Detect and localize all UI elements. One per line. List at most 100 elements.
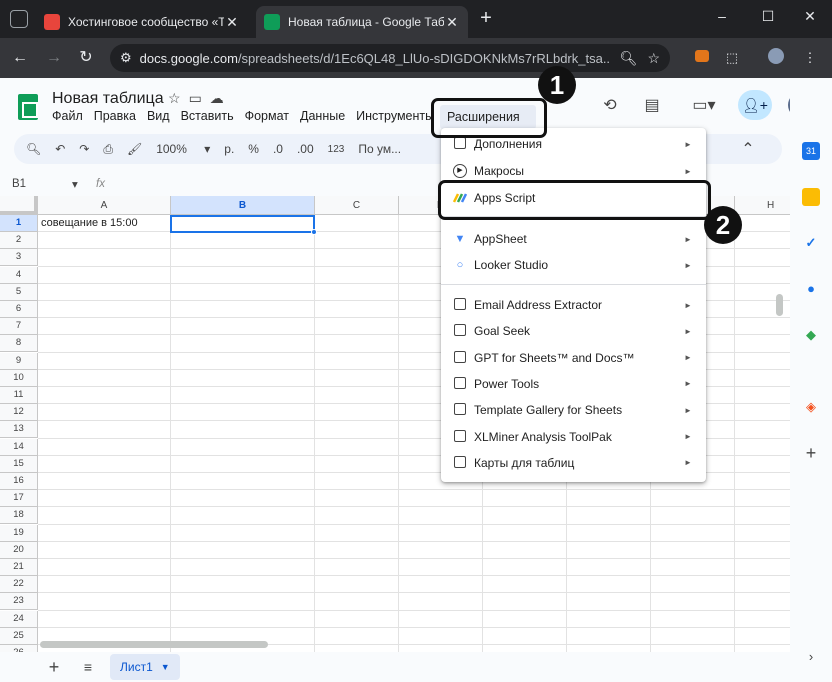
meet-video-icon[interactable]: ▭▾ <box>684 92 724 120</box>
menu-edit[interactable]: Правка <box>94 109 136 123</box>
hide-side-panel-chevron-icon[interactable]: › <box>802 648 820 666</box>
row-header[interactable]: 25 <box>0 627 38 645</box>
menu-item-appsheet[interactable]: ▼ AppSheet ► <box>441 227 706 251</box>
menu-file[interactable]: Файл <box>52 109 83 123</box>
active-cell-b1[interactable] <box>170 215 317 235</box>
increase-decimal-button[interactable]: .00 <box>297 142 314 156</box>
column-header-b[interactable]: B <box>171 196 315 215</box>
get-addons-plus-icon[interactable]: + <box>802 444 820 462</box>
menu-item-addon[interactable]: XLMiner Analysis ToolPak ► <box>441 425 706 449</box>
zoom-select[interactable]: 100% ▾ <box>156 142 210 156</box>
cell-a1[interactable]: совещание в 15:00 <box>41 217 138 229</box>
zoom-icon[interactable]: 🔍︎ <box>620 50 638 67</box>
row-header[interactable]: 14 <box>0 438 38 456</box>
row-header[interactable]: 13 <box>0 421 38 439</box>
name-box-dropdown-icon[interactable]: ▾ <box>72 177 92 191</box>
name-box[interactable]: B1 <box>12 178 72 190</box>
column-header-a[interactable]: A <box>38 196 171 215</box>
row-header[interactable]: 11 <box>0 387 38 404</box>
menu-format[interactable]: Формат <box>245 109 289 123</box>
contacts-icon[interactable]: ● <box>802 280 820 298</box>
row-header[interactable]: 21 <box>0 559 38 576</box>
row-header[interactable]: 16 <box>0 473 38 490</box>
calendar-icon[interactable]: 31 <box>802 142 820 160</box>
profile-avatar-icon[interactable] <box>766 48 786 68</box>
decrease-decimal-button[interactable]: .0 <box>273 142 283 156</box>
extensions-puzzle-icon[interactable]: ⬚ <box>722 48 742 68</box>
row-header[interactable]: 20 <box>0 541 38 559</box>
row-header[interactable]: 15 <box>0 455 38 473</box>
more-formats-button[interactable]: 123 <box>328 144 345 155</box>
row-header[interactable]: 4 <box>0 266 38 284</box>
menu-item-addon[interactable]: Email Address Extractor ► <box>441 293 706 317</box>
menu-item-addon[interactable]: Power Tools ► <box>441 372 706 396</box>
menu-item-addon[interactable]: Карты для таблиц ► <box>441 451 706 475</box>
horizontal-scrollbar[interactable] <box>40 641 268 648</box>
undo-icon[interactable]: ↶ <box>55 142 65 156</box>
row-header[interactable]: 12 <box>0 404 38 422</box>
sheet-tab[interactable]: Лист1 ▼ <box>110 654 180 680</box>
browser-menu-icon[interactable]: ⋮ <box>800 48 820 68</box>
sheets-logo-icon[interactable] <box>18 94 38 120</box>
row-header[interactable]: 2 <box>0 232 38 250</box>
row-header[interactable]: 18 <box>0 507 38 525</box>
menu-item-looker-studio[interactable]: ○ Looker Studio ► <box>441 253 706 277</box>
star-icon[interactable]: ☆ <box>168 90 189 106</box>
row-header[interactable]: 24 <box>0 610 38 628</box>
browser-tab-timeweb[interactable]: Хостинговое сообщество «Tim ✕ <box>36 6 248 38</box>
tasks-icon[interactable]: ✓ <box>802 234 820 252</box>
row-header[interactable]: 8 <box>0 335 38 353</box>
bookmark-star-icon[interactable]: ☆ <box>647 50 660 67</box>
currency-format-button[interactable]: р. <box>224 142 234 156</box>
row-header[interactable]: 5 <box>0 283 38 301</box>
percent-format-button[interactable]: % <box>248 142 259 156</box>
move-folder-icon[interactable]: ▭ <box>189 90 210 106</box>
browser-tab-sheets[interactable]: Новая таблица - Google Табли ✕ <box>256 6 468 38</box>
row-header[interactable]: 9 <box>0 352 38 370</box>
font-family-select[interactable]: По ум... <box>358 142 401 156</box>
row-header[interactable]: 19 <box>0 524 38 542</box>
maximize-button[interactable]: ☐ <box>753 8 783 25</box>
new-tab-button[interactable]: + <box>476 8 496 28</box>
address-bar[interactable]: ⚙ docs.google.com/spreadsheets/d/1Ec6QL4… <box>110 44 670 72</box>
comments-icon[interactable]: ▤ <box>638 92 666 120</box>
version-history-icon[interactable]: ⟲ <box>596 92 624 120</box>
maps-icon[interactable]: ◆ <box>802 326 820 344</box>
collapse-toolbar-chevron-icon[interactable]: ⌃ <box>734 136 762 164</box>
column-header-h[interactable]: H <box>735 196 790 215</box>
menu-view[interactable]: Вид <box>147 109 170 123</box>
row-header[interactable]: 23 <box>0 593 38 611</box>
select-all-corner[interactable] <box>0 196 38 215</box>
share-add-person-icon[interactable]: 👤︎+ <box>738 90 772 120</box>
close-tab-icon[interactable]: ✕ <box>444 14 460 31</box>
print-icon[interactable]: ⎙ <box>103 142 113 157</box>
document-title[interactable]: Новая таблица <box>52 90 164 108</box>
menu-item-addon[interactable]: Template Gallery for Sheets ► <box>441 398 706 422</box>
menu-insert[interactable]: Вставить <box>181 109 234 123</box>
row-header[interactable]: 7 <box>0 318 38 336</box>
metamask-extension-icon[interactable] <box>692 48 712 68</box>
row-header[interactable]: 3 <box>0 249 38 267</box>
row-header[interactable]: 6 <box>0 301 38 318</box>
paint-format-icon[interactable]: 🖌︎ <box>127 142 142 156</box>
tab-search-icon[interactable] <box>10 10 28 28</box>
menu-data[interactable]: Данные <box>300 109 345 123</box>
reload-icon[interactable]: ↻ <box>76 48 96 68</box>
search-menus-icon[interactable]: 🔍︎ <box>26 142 41 156</box>
row-header[interactable]: 1 <box>0 215 38 232</box>
keep-icon[interactable] <box>802 188 820 206</box>
addon-office-icon[interactable]: ◈ <box>802 398 820 416</box>
fill-handle[interactable] <box>311 229 317 235</box>
close-tab-icon[interactable]: ✕ <box>224 14 240 31</box>
cloud-status-icon[interactable]: ☁ <box>210 90 232 106</box>
column-header-c[interactable]: C <box>315 196 399 215</box>
menu-tools[interactable]: Инструменты <box>356 109 434 123</box>
forward-arrow-icon[interactable]: → <box>44 48 64 68</box>
row-header[interactable]: 17 <box>0 490 38 508</box>
menu-item-addon[interactable]: Goal Seek ► <box>441 319 706 343</box>
vertical-scrollbar[interactable] <box>776 294 783 316</box>
close-window-button[interactable]: ✕ <box>795 8 825 25</box>
row-header[interactable]: 22 <box>0 576 38 594</box>
back-arrow-icon[interactable]: ← <box>10 48 30 68</box>
redo-icon[interactable]: ↷ <box>79 142 89 156</box>
